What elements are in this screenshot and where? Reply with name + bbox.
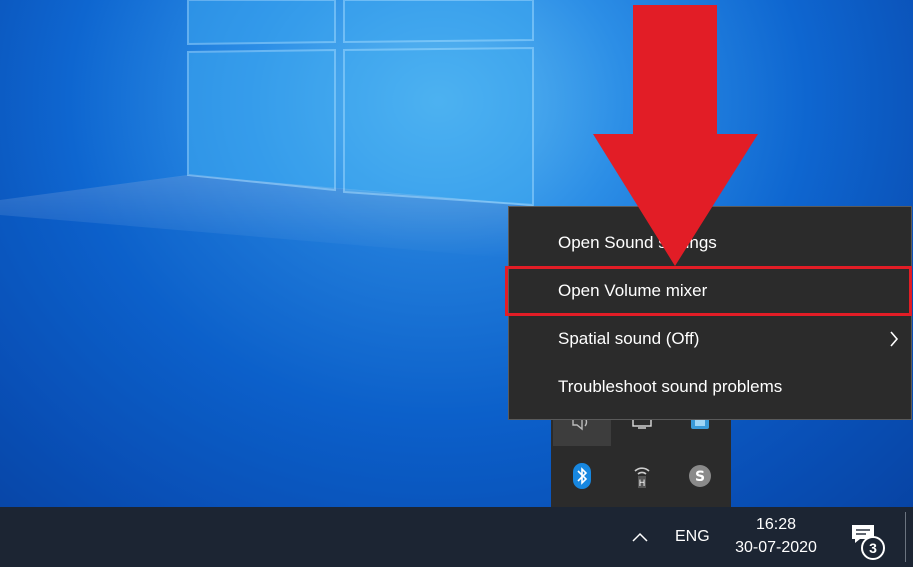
bluetooth-icon[interactable] [553,452,611,500]
menu-item-spatial-sound[interactable]: Spatial sound (Off) [509,315,911,363]
menu-item-troubleshoot[interactable]: Troubleshoot sound problems [509,363,911,411]
chevron-up-icon[interactable] [628,527,652,547]
menu-item-label: Spatial sound (Off) [558,329,700,348]
clock-date: 30-07-2020 [735,539,817,556]
language-indicator[interactable]: ENG [675,528,710,546]
menu-item-label: Open Sound settings [558,233,717,252]
chevron-right-icon [889,315,899,363]
show-desktop-divider[interactable] [905,512,906,562]
annotation-highlight-box [505,266,912,316]
clock-time: 16:28 [755,516,797,533]
taskbar: ENG 16:28 30-07-2020 3 [0,507,913,567]
wifi-hotspot-icon[interactable]: H [613,452,671,500]
menu-item-label: Troubleshoot sound problems [558,377,783,396]
svg-text:H: H [639,479,646,489]
svg-text:S: S [695,469,705,485]
skype-icon[interactable]: S [671,452,729,500]
clock[interactable]: 16:28 30-07-2020 [724,513,828,559]
notification-count-badge: 3 [861,536,885,560]
menu-item-open-sound-settings[interactable]: Open Sound settings [509,219,911,267]
